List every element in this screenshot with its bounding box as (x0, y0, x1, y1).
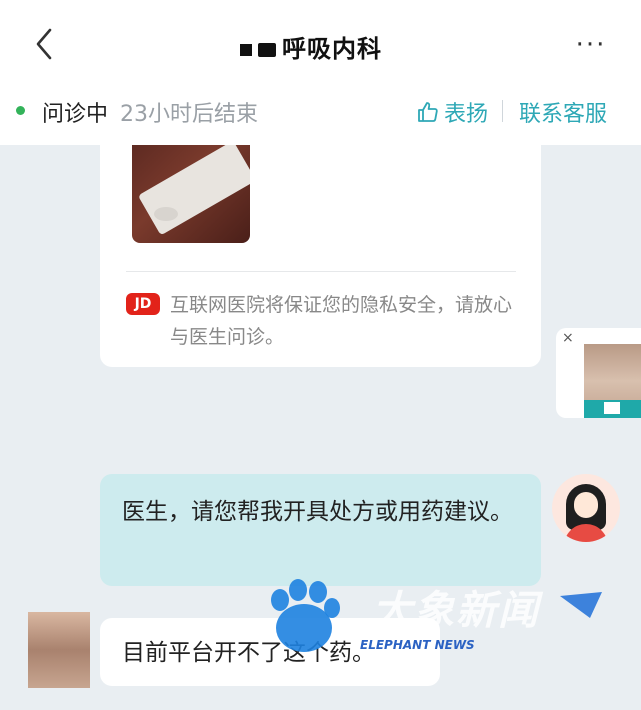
back-button[interactable] (30, 22, 60, 66)
status-dot-icon (16, 106, 25, 115)
avatar-face (574, 492, 598, 518)
watermark-flag-icon (560, 592, 602, 618)
privacy-notice: 互联网医院将保证您的隐私安全，请放心与医生问诊。 (170, 294, 513, 348)
close-icon[interactable]: × (562, 330, 574, 346)
watermark-cn: 大象新闻 (372, 588, 540, 634)
consult-status: 问诊中 (42, 102, 109, 127)
jd-logo-icon: JD (126, 293, 160, 315)
elephant-news-paw-icon (271, 579, 340, 652)
message-text: 医生，请您帮我开具处方或用药建议。 (122, 499, 513, 525)
redaction-mark (258, 43, 276, 57)
floating-avatar[interactable] (584, 344, 641, 418)
chevron-left-icon (36, 28, 52, 60)
message-card: JD 互联网医院将保证您的隐私安全，请放心与医生问诊。 (100, 145, 541, 367)
avatar-collar (604, 402, 620, 414)
more-menu-button[interactable]: ··· (571, 30, 611, 60)
divider (126, 271, 516, 272)
contact-support-button[interactable]: 联系客服 (519, 96, 607, 128)
thumbs-up-icon (418, 102, 438, 122)
watermark-en: ELEPHANT NEWS (360, 638, 475, 652)
praise-button[interactable]: 表扬 (416, 96, 488, 128)
test-strip (137, 145, 250, 236)
department-title: 呼吸内科 (282, 34, 382, 63)
divider (502, 100, 503, 122)
test-well (154, 207, 178, 221)
user-message-bubble: 医生，请您帮我开具处方或用药建议。 (100, 474, 541, 586)
consult-remaining-time: 23小时后结束 (120, 102, 258, 127)
user-avatar[interactable] (552, 474, 620, 542)
doctor-avatar[interactable] (28, 612, 90, 688)
redaction-mark (240, 44, 252, 56)
page-title: 呼吸内科 (240, 28, 382, 64)
praise-label: 表扬 (444, 102, 489, 127)
test-strip-photo[interactable] (132, 145, 250, 243)
